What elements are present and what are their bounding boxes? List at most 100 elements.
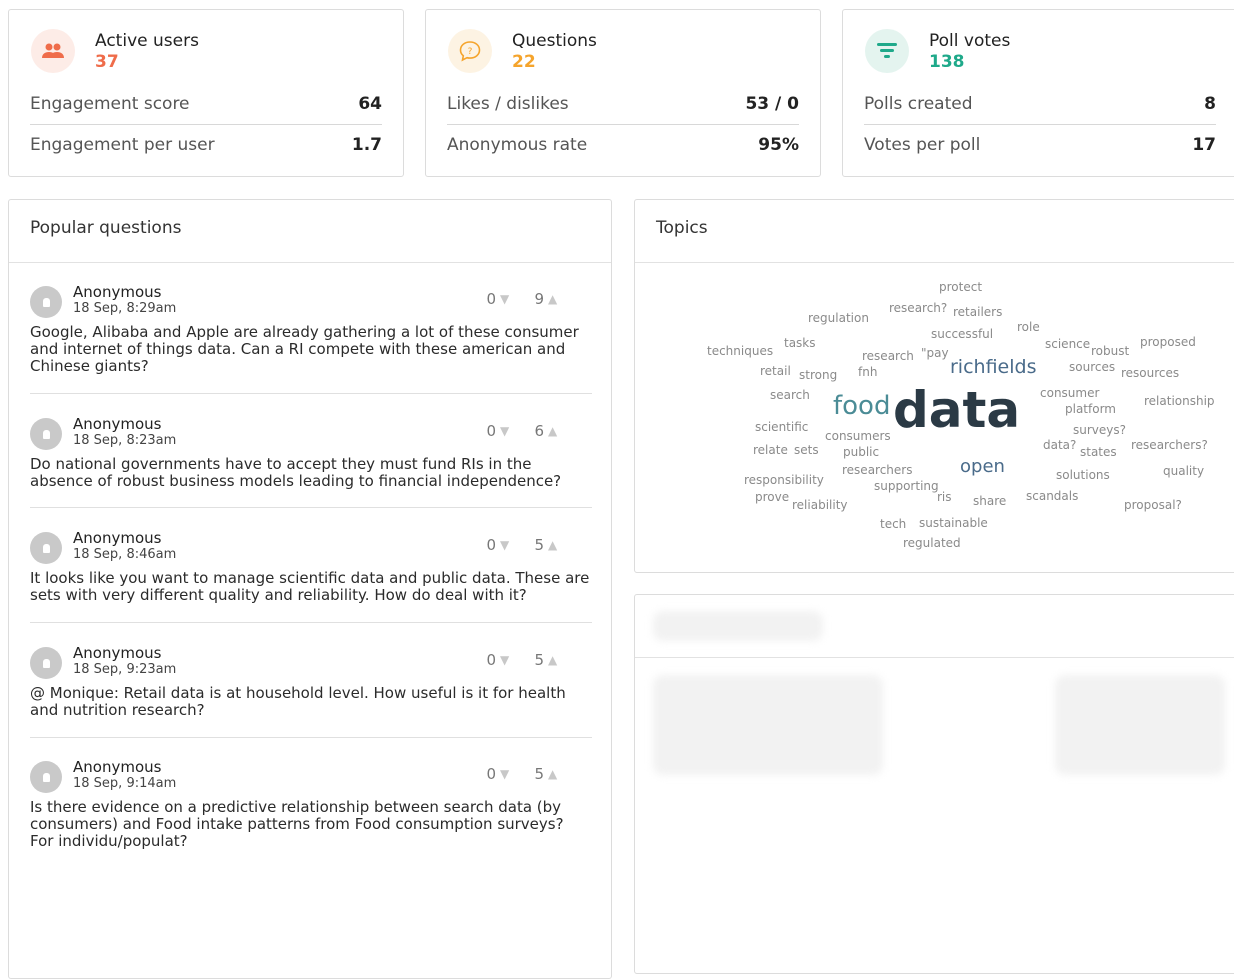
- question-time: 18 Sep, 9:14am: [73, 776, 177, 791]
- question-time: 18 Sep, 8:23am: [73, 433, 177, 448]
- thumbs-down-icon[interactable]: ▼: [500, 653, 524, 667]
- question-text: Do national governments have to accept t…: [30, 455, 562, 490]
- topic-word: consumers: [825, 429, 891, 443]
- thumbs-down-icon[interactable]: ▼: [500, 767, 524, 781]
- avatar: [30, 532, 62, 564]
- stat-row-label: Likes / dislikes: [447, 94, 569, 114]
- question-author: Anonymous: [73, 644, 162, 662]
- topic-word: platform: [1065, 402, 1116, 416]
- stat-value: 22: [512, 51, 536, 72]
- stat-row-label: Engagement score: [30, 94, 190, 114]
- stat-row-label: Anonymous rate: [447, 135, 588, 155]
- stat-title: Poll votes: [929, 30, 1011, 51]
- stat-row: Polls created 8: [864, 84, 1216, 125]
- like-count: 6: [534, 422, 544, 440]
- users-icon: [31, 29, 75, 73]
- stat-card-poll-votes: Poll votes 138 Polls created 8 Votes per …: [842, 9, 1234, 177]
- stat-row-label: Polls created: [864, 94, 973, 114]
- topic-word: researchers: [842, 463, 913, 477]
- topic-word: solutions: [1056, 468, 1110, 482]
- question-time: 18 Sep, 8:29am: [73, 301, 177, 316]
- topic-word: successful: [931, 327, 994, 341]
- stat-row-label: Votes per poll: [864, 135, 981, 155]
- svg-text:?: ?: [468, 47, 473, 57]
- topic-word: fnh: [858, 365, 878, 379]
- thumbs-up-icon[interactable]: ▲: [548, 538, 572, 552]
- stat-row: Anonymous rate 95%: [447, 125, 799, 165]
- topic-word: data?: [1043, 438, 1077, 452]
- topic-word: proposed: [1140, 335, 1196, 349]
- avatar: [30, 418, 62, 450]
- topic-word: responsibility: [744, 473, 824, 487]
- topic-word: reliability: [792, 498, 848, 512]
- popular-questions-panel: Popular questions Anonymous 18 Sep, 8:29…: [8, 199, 612, 979]
- topic-word: quality: [1163, 464, 1205, 478]
- thumbs-up-icon[interactable]: ▲: [548, 767, 572, 781]
- question-text: It looks like you want to manage scienti…: [30, 569, 590, 604]
- stat-row-value: 8: [1204, 94, 1216, 114]
- topic-word: research?: [889, 301, 948, 315]
- dislike-count: 0: [486, 651, 496, 669]
- topic-word: search: [770, 388, 810, 402]
- stat-row: Engagement score 64: [30, 84, 382, 125]
- stat-title: Questions: [512, 30, 597, 51]
- dislike-count: 0: [486, 422, 496, 440]
- topic-word: sets: [794, 443, 819, 457]
- topic-word: robust: [1091, 344, 1130, 358]
- panel-title: Popular questions: [30, 218, 182, 238]
- question-author: Anonymous: [73, 529, 162, 547]
- topic-word: public: [843, 445, 880, 459]
- divider: [9, 262, 611, 263]
- thumbs-down-icon[interactable]: ▼: [500, 538, 524, 552]
- topic-word: research: [862, 349, 914, 363]
- question-text: @ Monique: Retail data is at household l…: [30, 684, 566, 719]
- topic-word: open: [960, 456, 1005, 477]
- stat-row-value: 17: [1192, 135, 1216, 155]
- topic-word: tech: [880, 517, 907, 531]
- stat-value: 37: [95, 51, 119, 72]
- loading-panel: [634, 594, 1234, 974]
- question-text: Google, Alibaba and Apple are already ga…: [30, 323, 579, 375]
- topic-word: scientific: [755, 420, 809, 434]
- like-count: 9: [534, 290, 544, 308]
- topic-word: relationship: [1144, 394, 1215, 408]
- like-count: 5: [534, 651, 544, 669]
- speech-bubble-question-icon: ?: [448, 29, 492, 73]
- stat-row-value: 1.7: [351, 135, 382, 155]
- topic-word: regulation: [808, 311, 869, 325]
- divider: [30, 737, 592, 738]
- topic-word: sustainable: [919, 516, 988, 530]
- placeholder-block: [1055, 675, 1225, 775]
- topic-word: techniques: [707, 344, 774, 358]
- thumbs-down-icon[interactable]: ▼: [500, 292, 524, 306]
- dislike-count: 0: [486, 536, 496, 554]
- avatar: [30, 286, 62, 318]
- topic-word: consumer: [1040, 386, 1100, 400]
- stat-row-value: 64: [358, 94, 382, 114]
- stat-row-value: 95%: [758, 135, 799, 155]
- dislike-count: 0: [486, 290, 496, 308]
- stat-header: ? Questions 22: [448, 29, 597, 73]
- word-cloud: protect regulation research? retailers role s…: [635, 263, 1234, 573]
- topics-panel: Topics protect regulation research? retaile…: [634, 199, 1234, 573]
- topic-word: retail: [760, 364, 791, 378]
- thumbs-up-icon[interactable]: ▲: [548, 653, 572, 667]
- stat-card-active-users: Active users 37 Engagement score 64 Engag…: [8, 9, 404, 177]
- avatar: [30, 647, 62, 679]
- question-author: Anonymous: [73, 283, 162, 301]
- topic-word: surveys?: [1073, 423, 1126, 437]
- like-count: 5: [534, 765, 544, 783]
- vote-counts: 0 ▼ 6 ▲: [476, 422, 572, 440]
- placeholder-block: [653, 675, 883, 775]
- thumbs-down-icon[interactable]: ▼: [500, 424, 524, 438]
- topic-word: sources: [1069, 360, 1116, 374]
- question-time: 18 Sep, 8:46am: [73, 547, 177, 562]
- poll-funnel-icon: [865, 29, 909, 73]
- topic-word: prove: [755, 490, 790, 504]
- vote-counts: 0 ▼ 5 ▲: [476, 765, 572, 783]
- thumbs-up-icon[interactable]: ▲: [548, 424, 572, 438]
- avatar: [30, 761, 62, 793]
- thumbs-up-icon[interactable]: ▲: [548, 292, 572, 306]
- question-author: Anonymous: [73, 415, 162, 433]
- divider: [30, 507, 592, 508]
